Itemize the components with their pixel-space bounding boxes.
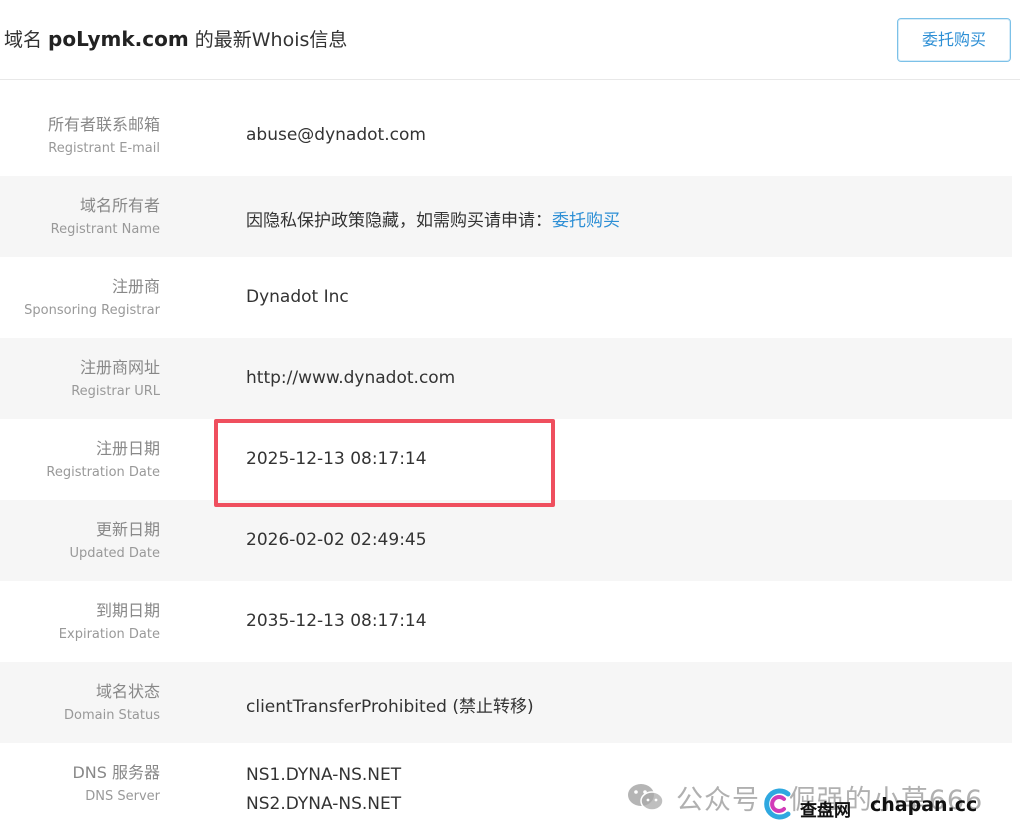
registrar-url-value: http://www.dynadot.com [246,368,456,388]
page-header: 域名 poLymk.com 的最新Whois信息 委托购买 [0,0,1020,80]
updated-date-value: 2026-02-02 02:49:45 [246,530,427,550]
registrant-email-value: abuse@dynadot.com [246,125,426,145]
label-en: Registration Date [46,465,160,480]
buy-button[interactable]: 委托购买 [897,18,1011,62]
site-logo-icon [764,788,791,820]
label-cn: 所有者联系邮箱 [47,115,160,134]
registrant-name-value: 因隐私保护政策隐藏，如需购买请申请：委托购买 [246,206,620,231]
label-en: Sponsoring Registrar [24,303,160,318]
row-registrant-email: 所有者联系邮箱 Registrant E-mail abuse@dynadot.… [0,95,1012,176]
label-en: DNS Server [85,789,160,804]
site-brand: 查盘网 chapan.cc [762,788,1002,822]
label-cn: 注册日期 [95,439,160,458]
label-cn: 注册商 [111,277,160,296]
row-domain-status: 域名状态 Domain Status clientTransferProhibi… [0,662,1012,743]
row-sponsoring-registrar: 注册商 Sponsoring Registrar Dynadot Inc [0,257,1012,338]
buy-link[interactable]: 委托购买 [552,211,620,231]
row-registrant-name: 域名所有者 Registrant Name 因隐私保护政策隐藏，如需购买请申请：… [0,176,1012,257]
registrar-value: Dynadot Inc [246,287,349,307]
label-en: Domain Status [63,708,160,723]
label-cn: 域名状态 [95,682,160,701]
label-en: Expiration Date [58,627,160,642]
label-cn: 域名所有者 [79,196,160,215]
label-cn: 更新日期 [95,520,160,539]
wechat-icon [628,784,664,811]
dns-server-1: NS1.DYNA-NS.NET [246,765,402,785]
label-en: Registrant E-mail [48,141,160,156]
site-name-cn: 查盘网 [800,801,851,821]
dns-server-2: NS2.DYNA-NS.NET [246,794,402,814]
row-updated-date: 更新日期 Updated Date 2026-02-02 02:49:45 [0,500,1012,581]
page-title: 域名 poLymk.com 的最新Whois信息 [4,25,347,52]
site-name-en: chapan.cc [870,794,978,816]
privacy-note: 因隐私保护政策隐藏，如需购买请申请： [246,211,552,231]
title-prefix: 域名 [4,29,49,51]
label-en: Registrant Name [50,222,160,237]
domain-status-value: clientTransferProhibited (禁止转移) [246,697,534,717]
label-cn: 到期日期 [95,601,160,620]
row-registrar-url: 注册商网址 Registrar URL http://www.dynadot.c… [0,338,1012,419]
title-suffix: 的最新Whois信息 [188,29,348,51]
whois-table: 所有者联系邮箱 Registrant E-mail abuse@dynadot.… [0,95,1012,824]
dns-server-value: NS1.DYNA-NS.NET NS2.DYNA-NS.NET [246,761,401,819]
label-cn: 注册商网址 [79,358,160,377]
registration-date-value: 2025-12-13 08:17:14 [246,449,427,469]
row-registration-date: 注册日期 Registration Date 2025-12-13 08:17:… [0,419,1012,500]
label-en: Updated Date [69,546,160,561]
row-expiration-date: 到期日期 Expiration Date 2035-12-13 08:17:14 [0,581,1012,662]
domain-name: poLymk.com [48,27,189,51]
label-cn: DNS 服务器 [72,763,160,782]
watermark: 公众号 · 倔强的小草666 查盘网 chapan.cc [626,772,1020,822]
expiration-date-value: 2035-12-13 08:17:14 [246,611,427,631]
label-en: Registrar URL [71,384,160,399]
